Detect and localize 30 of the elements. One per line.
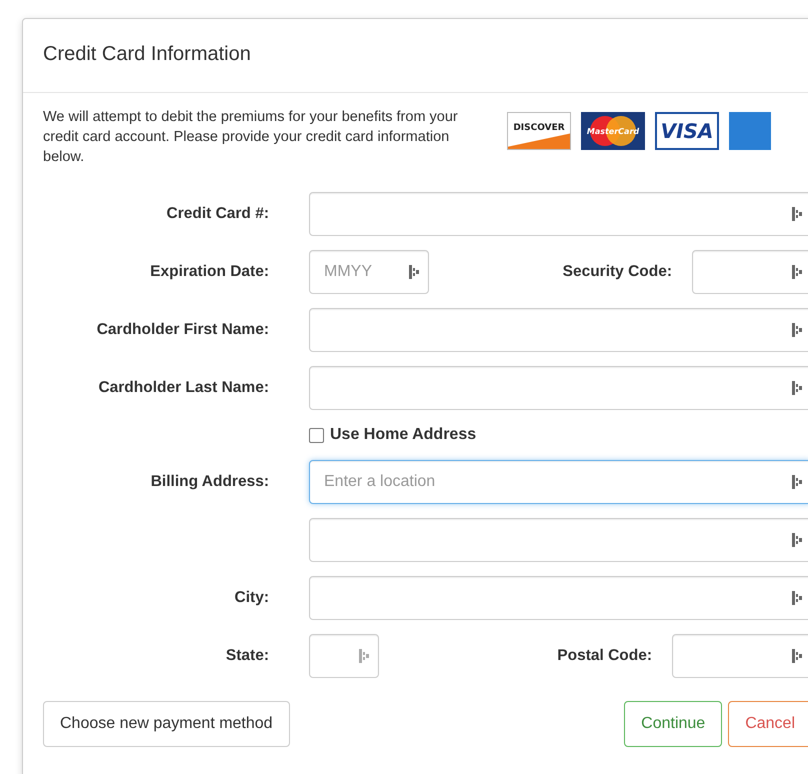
checkbox[interactable]	[309, 428, 324, 442]
visa-logo: VISA	[655, 112, 719, 150]
field-label: State:	[224, 647, 269, 665]
field-label: Cardholder Last Name:	[97, 379, 269, 397]
dialog-title: Credit Card Information	[43, 43, 252, 66]
continue-button[interactable]: Continue	[624, 701, 722, 747]
field-label: Postal Code:	[556, 647, 652, 665]
input-field[interactable]	[672, 634, 808, 678]
input-field[interactable]	[309, 308, 808, 352]
input-field[interactable]	[309, 634, 379, 678]
input-field[interactable]: Enter a location	[309, 460, 808, 504]
input-field[interactable]	[692, 250, 808, 294]
intro-text: We will attempt to debit the premiums for your benefits from your credit card account. Please provide your credit card information below.	[43, 108, 459, 167]
input-field[interactable]	[309, 576, 808, 620]
field-label: Expiration Date:	[149, 263, 269, 281]
use-home-address-checkbox[interactable]: Use Home Address	[309, 426, 808, 444]
input-field[interactable]	[309, 366, 808, 410]
payment-method-button[interactable]: Choose new payment method	[43, 701, 290, 747]
field-label: Credit Card #:	[166, 205, 269, 223]
amex-logo	[729, 112, 771, 150]
input-field[interactable]	[309, 192, 808, 236]
field-label: Cardholder First Name:	[96, 321, 269, 339]
discover-logo: DISCOVER	[507, 112, 571, 150]
input-field[interactable]	[309, 518, 808, 562]
cancel-button[interactable]: Cancel	[728, 701, 808, 747]
field-label: Security Code:	[562, 263, 672, 281]
field-label: City:	[234, 589, 269, 607]
checkbox-label: Use Home Address	[330, 426, 476, 444]
input-field[interactable]: MMYY	[309, 250, 429, 294]
field-label: Billing Address:	[150, 473, 269, 491]
